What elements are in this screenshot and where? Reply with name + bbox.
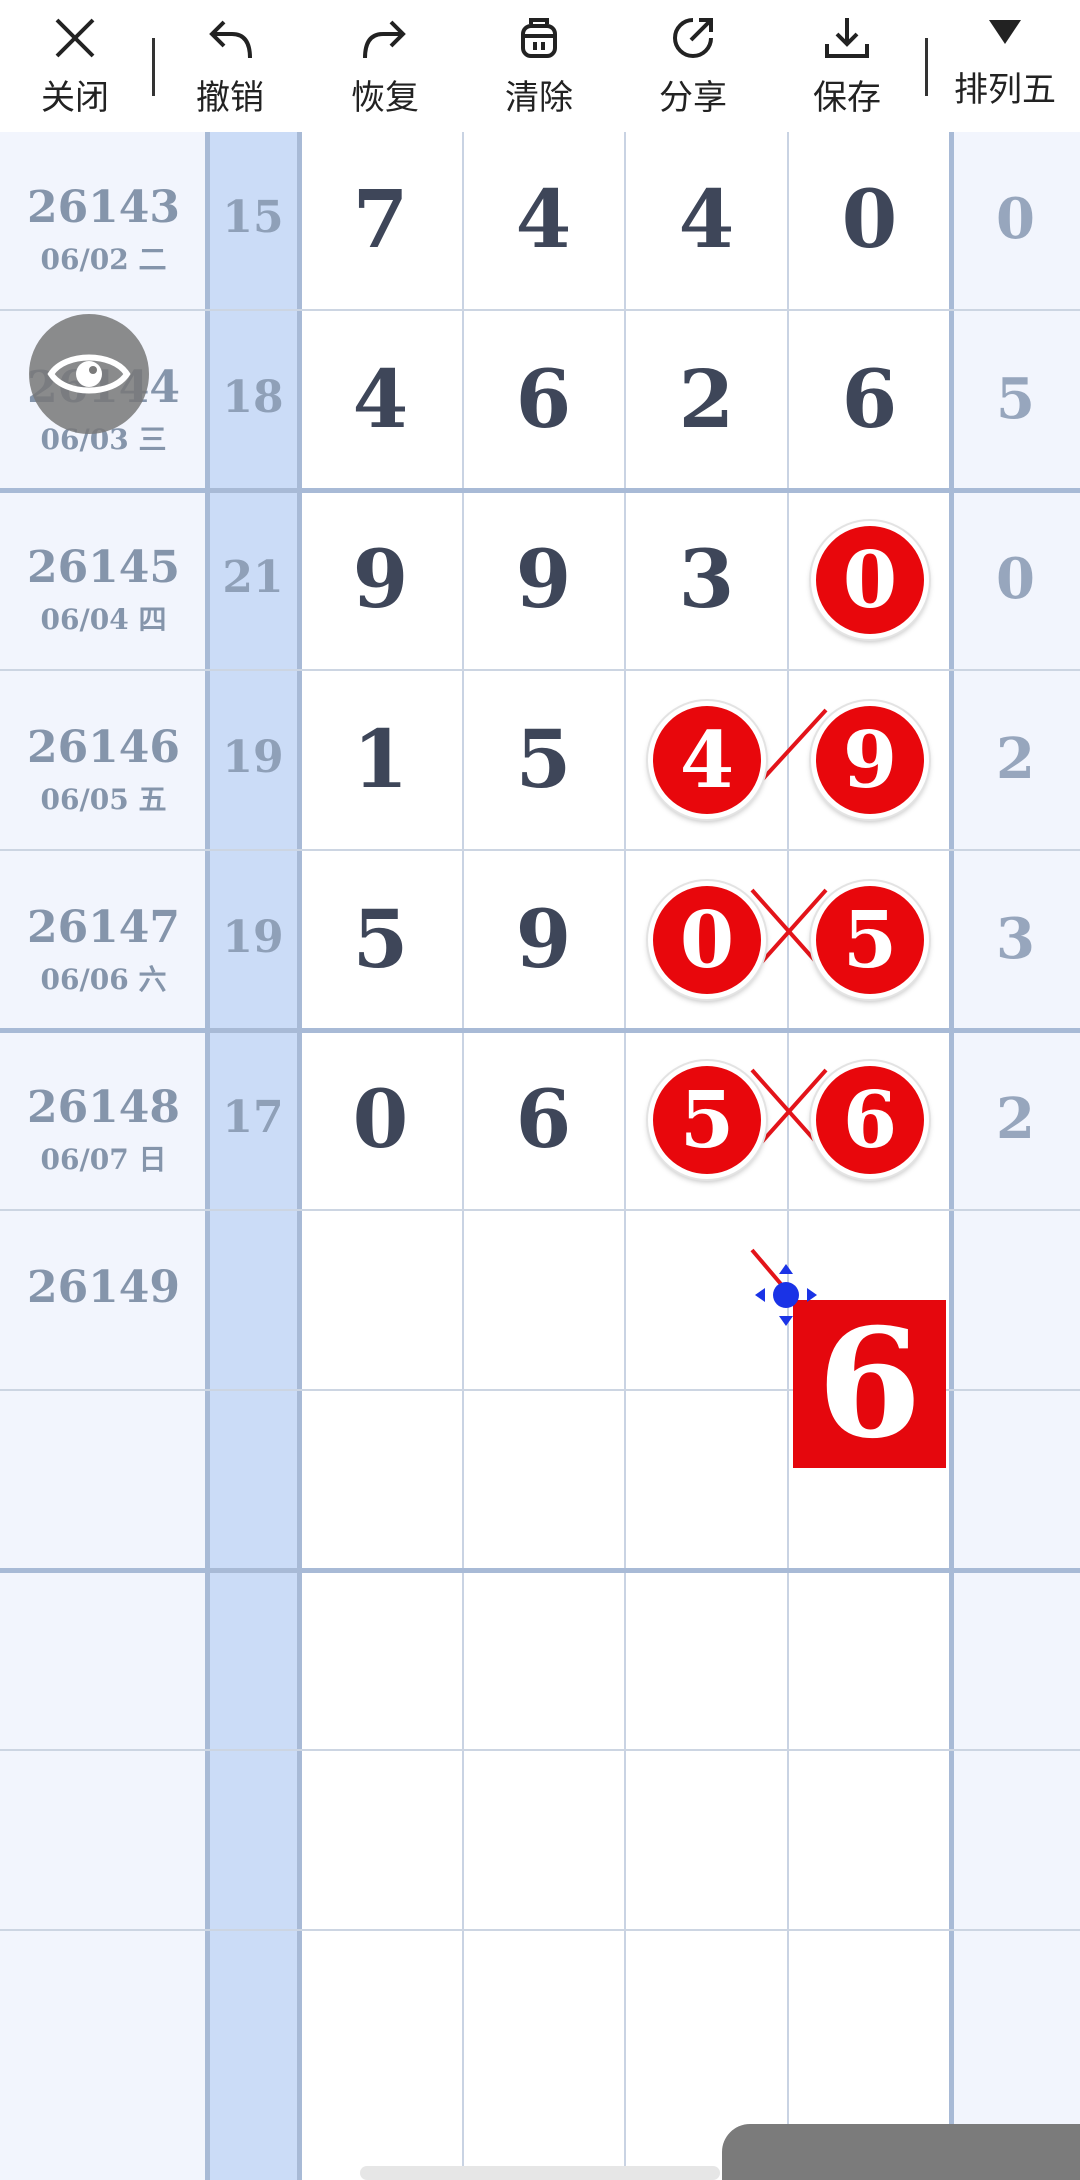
digit-cell: 0	[841, 172, 898, 266]
lottery-type-button[interactable]: 排列五	[930, 0, 1080, 132]
grid-hline	[0, 1749, 1080, 1751]
marked-digit-ball[interactable]: 6	[811, 1061, 929, 1179]
redo-label: 恢复	[351, 78, 419, 118]
digit-cell: 6	[515, 1072, 572, 1166]
marked-digit-ball[interactable]: 9	[811, 701, 929, 819]
undo-button[interactable]: 撤销	[155, 0, 305, 132]
home-indicator	[360, 2166, 720, 2180]
digit-cell: 3	[678, 532, 735, 626]
issue-date: 06/02 二	[40, 243, 167, 276]
marked-digit-ball[interactable]: 5	[648, 1061, 766, 1179]
issue-date: 06/05 五	[40, 783, 167, 816]
sum-value: 19	[222, 732, 284, 783]
marked-digit-ball[interactable]: 0	[811, 521, 929, 639]
close-button[interactable]: 关闭	[0, 0, 150, 132]
grid-hline	[0, 1568, 1080, 1573]
digit-cell: 2	[678, 352, 735, 446]
issue-number: 26147	[26, 902, 181, 953]
digit-cell: 9	[515, 892, 572, 986]
sum-value: 21	[222, 552, 284, 603]
digit-cell: 6	[515, 352, 572, 446]
span-value: 5	[996, 366, 1035, 432]
marked-digit-ball[interactable]: 4	[648, 701, 766, 819]
eye-icon	[47, 354, 131, 394]
undo-label: 撤销	[196, 78, 264, 118]
save-label: 保存	[813, 78, 881, 118]
issue-date: 06/07 日	[40, 1143, 167, 1176]
span-value: 2	[996, 1086, 1035, 1152]
marked-digit-ball[interactable]: 0	[648, 881, 766, 999]
digit-cell: 7	[352, 172, 409, 266]
marked-digit-ball[interactable]: 5	[811, 881, 929, 999]
digit-cell: 9	[515, 532, 572, 626]
redo-icon	[363, 20, 406, 59]
share-label: 分享	[659, 78, 727, 118]
close-icon	[55, 18, 95, 58]
redo-button[interactable]: 恢复	[310, 0, 460, 132]
issue-number: 26143	[26, 182, 181, 233]
share-icon	[673, 18, 713, 58]
issue-date: 06/06 六	[40, 963, 167, 996]
clear-label: 清除	[505, 78, 573, 118]
toolbar: 关闭 撤销 恢复 清除 分享 保存 排列五	[0, 0, 1080, 132]
floating-panel[interactable]	[722, 2124, 1080, 2180]
triangle-down-icon	[989, 20, 1021, 44]
share-button[interactable]: 分享	[618, 0, 768, 132]
span-value: 2	[996, 726, 1035, 792]
sum-value: 17	[222, 1092, 284, 1143]
close-label: 关闭	[41, 78, 109, 118]
toolbar-divider	[925, 38, 928, 96]
lottery-type-label: 排列五	[954, 70, 1056, 110]
trash-icon	[521, 18, 557, 58]
digit-cell: 4	[515, 172, 572, 266]
digit-cell: 4	[352, 352, 409, 446]
sum-value: 19	[222, 912, 284, 963]
digit-cell: 5	[352, 892, 409, 986]
visibility-toggle-button[interactable]	[29, 314, 149, 434]
sum-value: 15	[222, 192, 284, 243]
issue-number: 26149	[26, 1262, 181, 1313]
issue-date: 06/04 四	[40, 603, 167, 636]
download-icon	[825, 18, 869, 58]
grid-hline	[0, 1929, 1080, 1931]
digit-cell: 5	[515, 712, 572, 806]
issue-number: 26146	[26, 722, 181, 773]
issue-number: 26145	[26, 542, 181, 593]
digit-cell: 1	[352, 712, 409, 806]
digit-cell: 4	[678, 172, 735, 266]
digit-cell: 9	[352, 532, 409, 626]
save-button[interactable]: 保存	[772, 0, 922, 132]
issue-number: 26148	[26, 1082, 181, 1133]
undo-icon	[209, 20, 252, 59]
move-handle-icon[interactable]	[753, 1262, 819, 1328]
span-value: 3	[996, 906, 1035, 972]
span-value: 0	[996, 186, 1035, 252]
clear-button[interactable]: 清除	[464, 0, 614, 132]
digit-cell: 6	[841, 352, 898, 446]
span-value: 0	[996, 546, 1035, 612]
digit-cell: 0	[352, 1072, 409, 1166]
sum-value: 18	[222, 372, 284, 423]
